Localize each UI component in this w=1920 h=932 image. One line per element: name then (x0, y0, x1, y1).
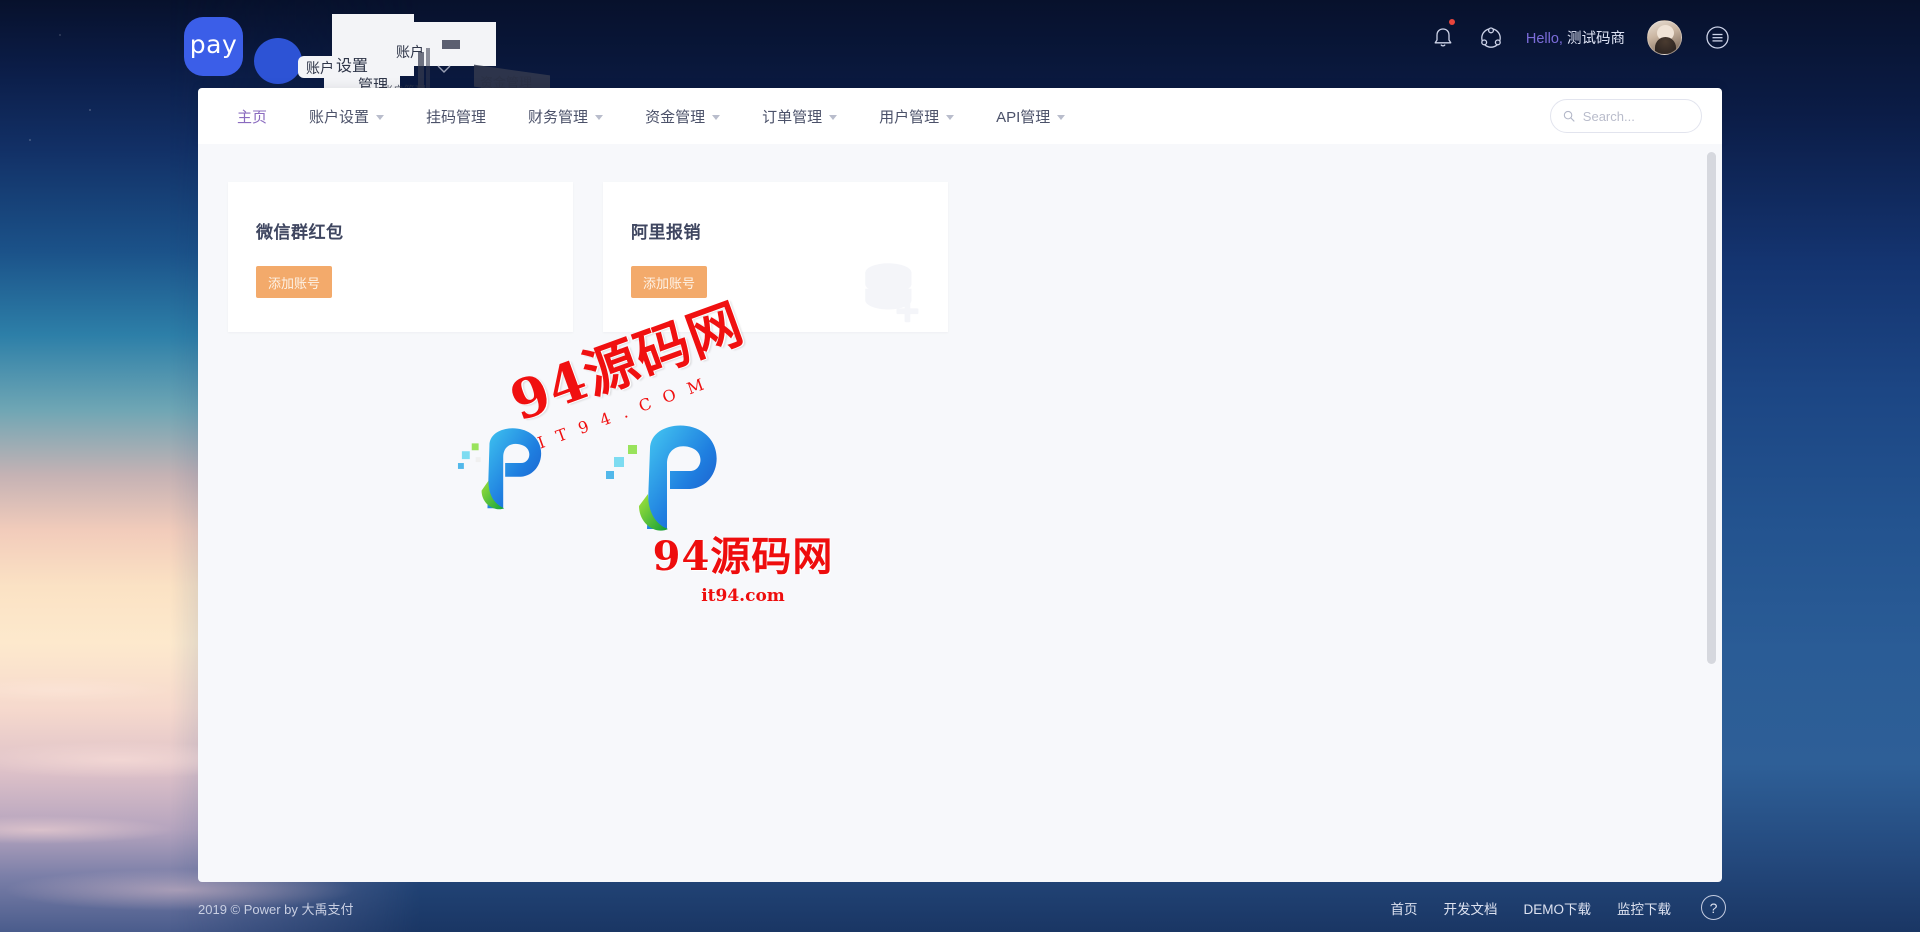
nav-item-label: 资金管理 (645, 108, 706, 126)
nav-item-label: 订单管理 (762, 108, 823, 126)
nav-item-4[interactable]: 资金管理 (624, 88, 741, 144)
main-content-panel: 微信群红包 添加账号 阿里报销 添加账号 94源码网 IT94.COM 94源码… (198, 144, 1722, 882)
nav-item-3[interactable]: 财务管理 (507, 88, 624, 144)
card-grid: 微信群红包 添加账号 阿里报销 添加账号 (228, 182, 948, 332)
page-footer: 2019 © Power by 大禹支付 首页 开发文档 DEMO下载 监控下载? (176, 882, 1744, 932)
nav-item-label: 挂码管理 (426, 108, 487, 126)
nav-item-1[interactable]: 账户设置 (288, 88, 405, 144)
notification-bell-icon[interactable] (1430, 18, 1456, 51)
chevron-down-icon (1057, 114, 1066, 120)
nav-item-label: 账户设置 (309, 108, 370, 126)
top-header: pay 账户 设置 管理 账户管理 账户 资金管理 (176, 0, 1744, 104)
greeting-text: Hello, 测试码商 (1526, 27, 1625, 48)
footer-link-0[interactable]: 首页 (1391, 898, 1418, 918)
watermark-main-subtitle: it94.com (701, 586, 785, 606)
card-title: 微信群红包 (256, 223, 344, 242)
nav-item-label: 主页 (237, 108, 268, 126)
main-navigation-bar: 主页 账户设置 挂码管理 财务管理 资金管理 订单管理 用户管理 API管理 (198, 88, 1722, 144)
account-card: 阿里报销 添加账号 (603, 182, 948, 332)
chevron-down-icon (376, 114, 385, 120)
notification-dot (1448, 18, 1455, 25)
add-account-button[interactable]: 添加账号 (256, 266, 333, 298)
header-right-cluster: Hello, 测试码商 (1430, 18, 1730, 55)
glitch-fragment: 账户 (306, 60, 334, 76)
chevron-down-icon (946, 114, 955, 120)
glitch-fragment: 设置 (336, 58, 369, 75)
nav-item-2[interactable]: 挂码管理 (405, 88, 507, 144)
nav-item-0[interactable]: 主页 (216, 88, 288, 144)
help-icon[interactable]: ? (1701, 895, 1726, 920)
watermark-main: 94源码网 it94.com (593, 524, 893, 606)
logo-ghost-blob (254, 38, 302, 84)
share-nodes-icon[interactable] (1478, 25, 1504, 51)
footer-link-2[interactable]: DEMO下载 (1524, 898, 1592, 918)
nav-item-5[interactable]: 订单管理 (741, 88, 858, 144)
greeting-prefix: Hello, (1525, 31, 1567, 47)
search-icon (1563, 110, 1575, 122)
brand-logo[interactable]: pay (184, 17, 243, 76)
card-title: 阿里报销 (631, 223, 701, 242)
nav-item-label: 财务管理 (528, 108, 589, 126)
watermark-logo-mark-large (606, 425, 717, 531)
hamburger-menu-icon[interactable] (1704, 25, 1730, 51)
footer-links: 首页 开发文档 DEMO下载 监控下载? (1391, 895, 1726, 920)
database-add-icon (865, 263, 919, 323)
watermark-main-title: 94源码网 (652, 533, 834, 580)
watermark-logo-mark-small (457, 428, 542, 510)
app-shell: pay 账户 设置 管理 账户管理 账户 资金管理 (176, 0, 1744, 932)
nav-item-label: 用户管理 (879, 108, 940, 126)
nav-item-7[interactable]: API管理 (975, 88, 1086, 144)
nav-item-6[interactable]: 用户管理 (858, 88, 975, 144)
search-box[interactable] (1550, 99, 1702, 133)
content-scrollbar[interactable] (1707, 152, 1716, 664)
search-input[interactable] (1582, 108, 1689, 124)
nav-item-list: 主页 账户设置 挂码管理 财务管理 资金管理 订单管理 用户管理 API管理 (198, 88, 1086, 144)
footer-link-1[interactable]: 开发文档 (1444, 898, 1498, 918)
footer-copyright: 2019 © Power by 大禹支付 (198, 902, 354, 917)
user-name: 测试码商 (1567, 31, 1625, 47)
account-card: 微信群红包 添加账号 (228, 182, 573, 332)
watermark-rotated-subtitle: IT94.COM (535, 370, 719, 453)
footer-link-3[interactable]: 监控下载 (1617, 898, 1671, 918)
chevron-down-icon (829, 114, 838, 120)
glitch-caret-icon (437, 65, 451, 73)
brand-logo-text: pay (189, 30, 238, 59)
user-avatar[interactable] (1647, 20, 1682, 55)
glitch-fragment: 账户 (396, 44, 424, 60)
chevron-down-icon (712, 114, 721, 120)
add-account-button[interactable]: 添加账号 (631, 266, 708, 298)
nav-item-label: API管理 (996, 108, 1051, 126)
chevron-down-icon (595, 114, 604, 120)
